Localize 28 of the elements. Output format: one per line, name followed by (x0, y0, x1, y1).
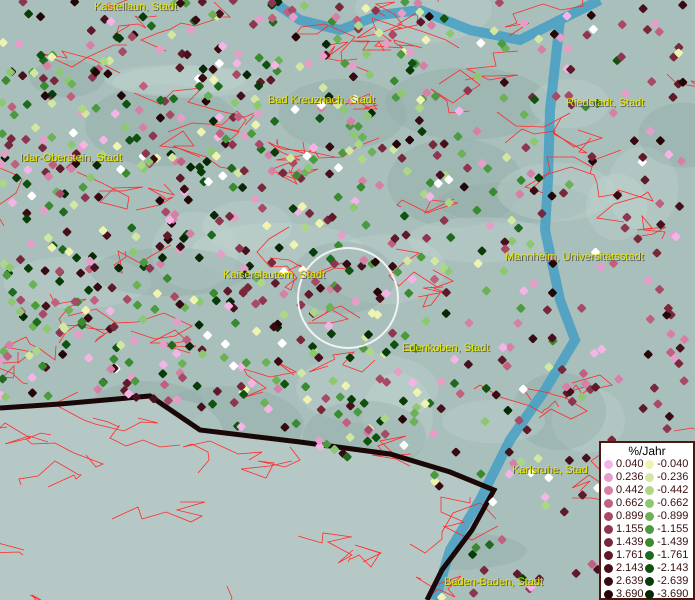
legend-value: -1.439 (657, 536, 690, 549)
legend-value: -2.143 (657, 562, 690, 575)
legend-value: 1.155 (616, 523, 645, 536)
legend-value: -1.155 (657, 523, 690, 536)
legend-value: -1.761 (657, 549, 690, 562)
legend-value: 1.439 (616, 536, 645, 549)
place-label: Mannheim, Universitätsstadt (505, 251, 644, 264)
legend-value: 0.040 (616, 458, 645, 471)
legend-value: -0.442 (657, 484, 690, 497)
legend-value: 1.761 (616, 549, 645, 562)
place-label: Kastellaun, Stadt (94, 1, 178, 14)
legend-value: -3.690 (657, 588, 690, 600)
place-label: Karlsruhe, Stad (512, 464, 588, 477)
legend-value: 0.899 (616, 510, 645, 523)
legend-value: 2.639 (616, 575, 645, 588)
legend-value: 3.690 (616, 588, 645, 600)
legend-value: 0.662 (616, 497, 645, 510)
legend-value: -2.639 (657, 575, 690, 588)
legend-title: %/Jahr (627, 444, 667, 458)
legend-value: -0.040 (657, 458, 690, 471)
legend-value: -0.899 (657, 510, 690, 523)
legend-value: -0.662 (657, 497, 690, 510)
legend-value: 0.236 (616, 471, 645, 484)
place-label: Idar-Oberstein, Stadt (20, 152, 122, 165)
legend-value: -0.236 (657, 471, 690, 484)
legend-value: 0.442 (616, 484, 645, 497)
map-drawing[interactable] (0, 0, 695, 600)
legend-value: 2.143 (616, 562, 645, 575)
